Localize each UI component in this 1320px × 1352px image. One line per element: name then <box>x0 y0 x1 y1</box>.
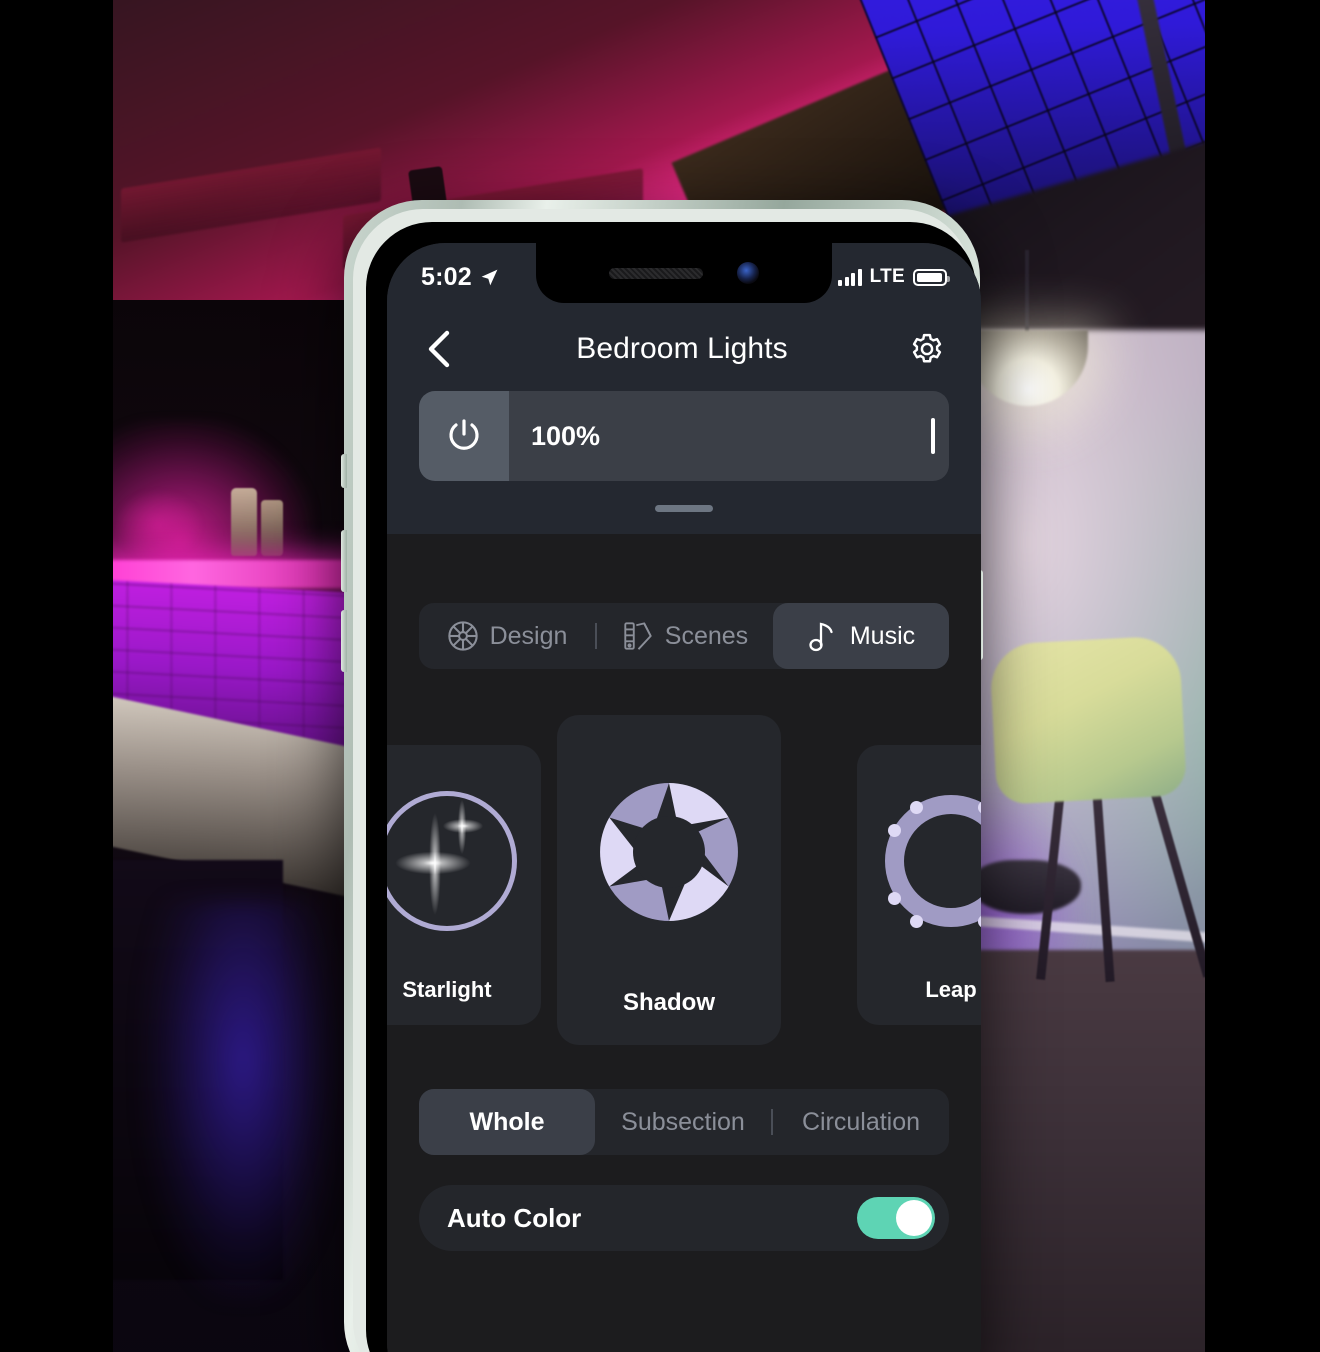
ring-dot <box>888 892 901 905</box>
phone-inner-frame: 5:02 LTE Bedroom Lights 100% Design Scen… <box>353 209 981 1352</box>
cellular-bars-icon <box>838 268 862 286</box>
battery-full-icon <box>913 268 950 286</box>
earpiece-speaker <box>609 267 703 279</box>
sparkle-ring-icon <box>387 791 517 931</box>
power-icon <box>449 419 479 450</box>
scene-icon-wrap <box>857 745 981 977</box>
power-brightness-row: 100% <box>419 391 949 481</box>
aperture-icon <box>600 783 738 921</box>
header-spacer <box>419 512 949 534</box>
bottle-object <box>231 488 257 556</box>
scope-segmented-control: Whole Subsection Circulation <box>419 1089 949 1155</box>
chevron-left-icon <box>428 330 450 368</box>
segment-subsection[interactable]: Subsection <box>595 1089 771 1155</box>
blue-floor-glow <box>143 900 343 1300</box>
settings-button[interactable] <box>905 327 949 371</box>
color-wheel-icon <box>447 621 478 651</box>
ring-dot <box>978 801 981 814</box>
scene-icon-wrap <box>557 715 781 989</box>
tab-scenes[interactable]: Scenes <box>597 603 773 669</box>
letterbox-bar-left <box>0 0 113 1352</box>
tab-music-label: Music <box>849 621 916 650</box>
ring-dot <box>910 801 923 814</box>
mode-tab-bar: Design Scenes Music <box>419 603 949 669</box>
color-palette-icon <box>624 622 652 650</box>
volume-down-button[interactable] <box>341 610 347 672</box>
tab-music[interactable]: Music <box>773 603 949 669</box>
tab-design-label: Design <box>489 621 568 650</box>
scene-carousel[interactable]: Starlight Shadow Leap <box>387 715 981 1045</box>
music-note-icon <box>809 622 833 652</box>
brightness-value: 100% <box>531 420 601 451</box>
scene-label-shadow: Shadow <box>622 989 715 1016</box>
phone-bezel: 5:02 LTE Bedroom Lights 100% Design Scen… <box>366 222 981 1352</box>
yellow-chair <box>988 635 1188 805</box>
brightness-slider[interactable]: 100% <box>509 391 949 481</box>
screenshot-root: 5:02 LTE Bedroom Lights 100% Design Scen… <box>0 0 1320 1352</box>
page-title: Bedroom Lights <box>576 332 788 365</box>
bottle-object <box>261 500 283 556</box>
network-type-label: LTE <box>869 266 905 287</box>
toggle-knob <box>896 1200 932 1236</box>
auto-color-row[interactable]: Auto Color <box>419 1185 949 1251</box>
volume-up-button[interactable] <box>341 530 347 592</box>
navigation-bar: Bedroom Lights <box>419 321 949 377</box>
scene-label-leap: Leap <box>925 977 977 1002</box>
status-bar-left: 5:02 <box>421 263 499 292</box>
gear-icon <box>912 333 942 363</box>
location-arrow-icon <box>481 269 498 285</box>
sheet-drag-handle[interactable] <box>655 505 713 512</box>
dotted-ring-icon <box>885 795 981 928</box>
brightness-slider-handle[interactable] <box>931 418 935 454</box>
mute-switch[interactable] <box>341 454 347 488</box>
notch <box>536 243 832 303</box>
back-button[interactable] <box>419 329 459 369</box>
content-area: Design Scenes Music Starlight Shadow Lea… <box>387 550 981 1352</box>
segment-subsection-label: Subsection <box>621 1107 745 1136</box>
segment-circulation[interactable]: Circulation <box>773 1089 949 1155</box>
header-panel: Bedroom Lights 100% <box>387 303 981 534</box>
scene-card-leap[interactable]: Leap <box>857 745 981 1025</box>
phone-device: 5:02 LTE Bedroom Lights 100% Design Scen… <box>341 200 983 1352</box>
scene-icon-wrap <box>387 745 541 977</box>
power-toggle-button[interactable] <box>419 391 509 481</box>
auto-color-label: Auto Color <box>447 1202 582 1233</box>
lamp-cord <box>1025 250 1029 336</box>
tab-design[interactable]: Design <box>419 603 595 669</box>
segment-whole[interactable]: Whole <box>419 1089 595 1155</box>
front-camera-icon <box>737 262 759 284</box>
auto-color-toggle[interactable] <box>857 1197 935 1239</box>
status-bar-right: LTE <box>838 266 950 288</box>
status-bar-time: 5:02 <box>421 262 472 291</box>
sparkle-small <box>440 795 486 859</box>
scene-label-starlight: Starlight <box>402 977 492 1002</box>
ring-dot <box>978 915 981 928</box>
ring-dot <box>910 915 923 928</box>
scene-card-starlight[interactable]: Starlight <box>387 745 541 1025</box>
ring-dot <box>888 824 901 837</box>
letterbox-bar-right <box>1205 0 1320 1352</box>
plant-silhouette <box>113 490 203 560</box>
segment-circulation-label: Circulation <box>801 1107 921 1136</box>
segment-whole-label: Whole <box>469 1107 545 1136</box>
tab-scenes-label: Scenes <box>664 621 749 650</box>
floor-bag <box>971 860 1081 914</box>
phone-screen: 5:02 LTE Bedroom Lights 100% Design Scen… <box>387 243 981 1352</box>
scene-card-shadow[interactable]: Shadow <box>557 715 781 1045</box>
